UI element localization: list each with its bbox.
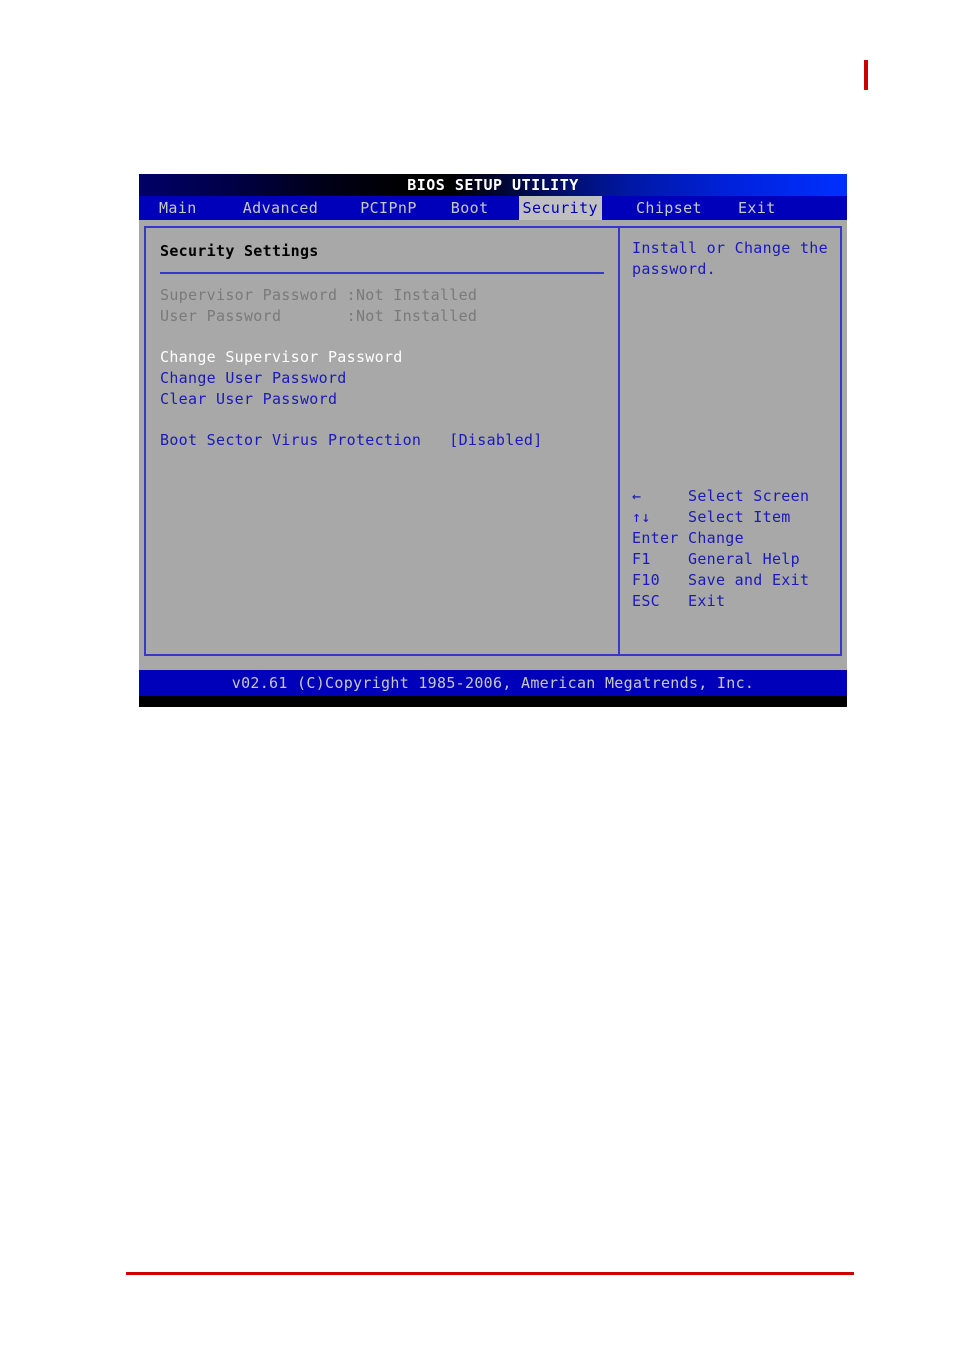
page-footer-rule xyxy=(126,1272,854,1275)
bios-menu-bar[interactable]: Main Advanced PCIPnP Boot Security Chipset Exi… xyxy=(139,196,847,220)
bios-footer: v02.61 (C)Copyright 1985-2006, American … xyxy=(139,670,847,696)
settings-panel: Security Settings Supervisor Password :N… xyxy=(146,228,620,654)
bios-setup-window: BIOS SETUP UTILITY Main Advanced PCIPnP Boo… xyxy=(139,174,847,707)
key-legend: ← Select Screen ↑↓ Select Item Enter Cha… xyxy=(632,486,809,612)
legend-general-help: F1 General Help xyxy=(632,550,800,568)
bios-title-bar: BIOS SETUP UTILITY xyxy=(139,174,847,196)
setting-boot-sector-virus-protection[interactable]: Boot Sector Virus Protection [Disabled] xyxy=(160,430,604,451)
section-title: Security Settings xyxy=(160,242,319,260)
tab-exit[interactable]: Exit xyxy=(734,196,780,220)
page-margin-mark xyxy=(864,60,868,90)
supervisor-password-status: Supervisor Password :Not Installed xyxy=(160,286,478,304)
tab-boot[interactable]: Boot xyxy=(447,196,493,220)
bios-body: Security Settings Supervisor Password :N… xyxy=(139,220,847,661)
bios-title: BIOS SETUP UTILITY xyxy=(407,176,579,194)
tab-advanced[interactable]: Advanced xyxy=(239,196,322,220)
tab-main[interactable]: Main xyxy=(155,196,201,220)
menu-item-clear-user-password[interactable]: Clear User Password xyxy=(160,389,604,410)
help-panel: Install or Change the password. ← Select… xyxy=(620,228,840,654)
user-password-status: User Password :Not Installed xyxy=(160,307,478,325)
legend-select-item: ↑↓ Select Item xyxy=(632,508,791,526)
legend-exit: ESC Exit xyxy=(632,592,726,610)
menu-item-change-user-password[interactable]: Change User Password xyxy=(160,368,604,389)
tab-pcipnp[interactable]: PCIPnP xyxy=(356,196,421,220)
tab-chipset[interactable]: Chipset xyxy=(632,196,706,220)
footer-edge xyxy=(139,696,847,701)
menu-item-change-supervisor-password[interactable]: Change Supervisor Password xyxy=(160,347,604,368)
legend-enter-change: Enter Change xyxy=(632,529,744,547)
footer-gap xyxy=(139,661,847,670)
bios-panels: Security Settings Supervisor Password :N… xyxy=(144,226,842,656)
legend-save-and-exit: F10 Save and Exit xyxy=(632,571,810,589)
tab-security[interactable]: Security xyxy=(518,196,602,220)
help-text: Install or Change the password. xyxy=(632,239,828,278)
legend-select-screen: ← Select Screen xyxy=(632,487,810,505)
